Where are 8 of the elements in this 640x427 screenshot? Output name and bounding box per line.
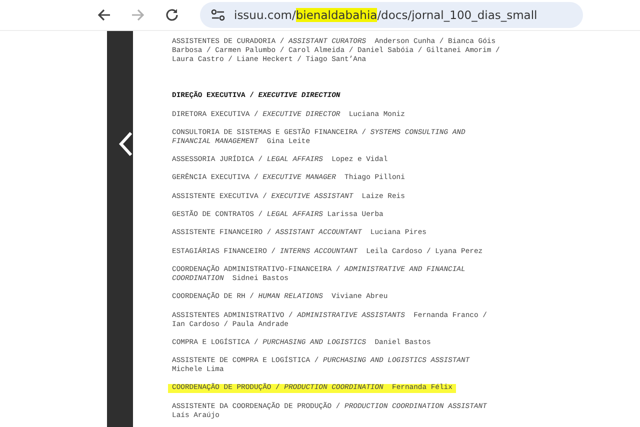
- chevron-left-icon: [117, 131, 135, 157]
- reload-icon: [165, 8, 179, 22]
- previous-page-button[interactable]: [117, 131, 135, 157]
- forward-icon: [131, 8, 145, 22]
- back-icon: [97, 8, 111, 22]
- address-bar[interactable]: issuu.com/bienaldabahia/docs/jornal_100_dias_small: [200, 2, 583, 28]
- tune-icon: [211, 9, 225, 21]
- url-text: issuu.com/bienaldabahia/docs/jornal_100_dias_small: [234, 8, 538, 22]
